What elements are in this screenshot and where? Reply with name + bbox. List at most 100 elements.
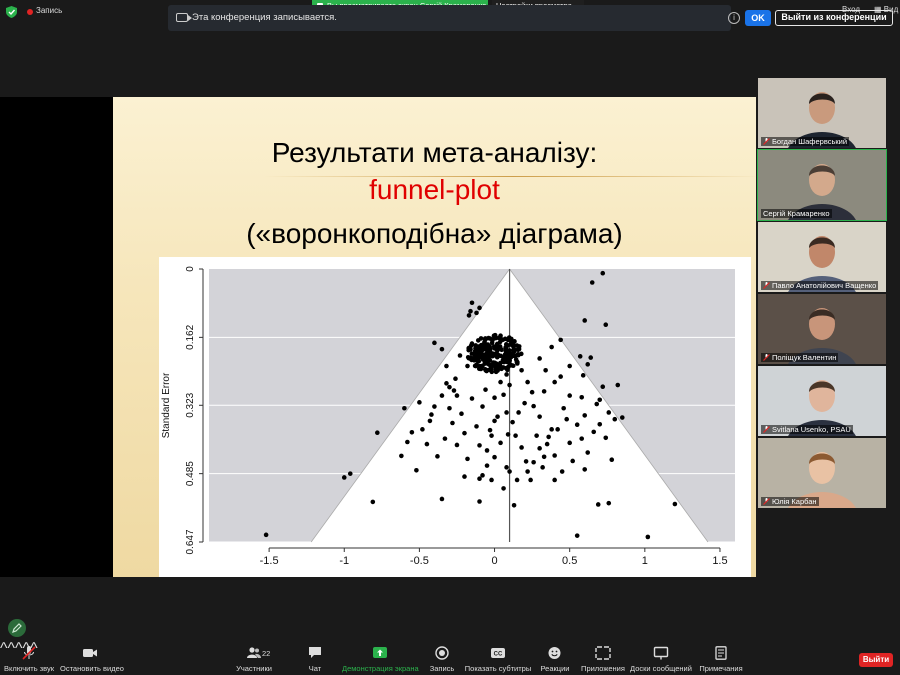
data-point	[603, 322, 609, 327]
data-point	[582, 467, 588, 472]
chat-button[interactable]: Чат	[300, 640, 330, 675]
data-point	[582, 318, 588, 323]
data-point	[480, 342, 486, 347]
record-button[interactable]: Запись	[424, 640, 460, 675]
ok-button[interactable]: OK	[745, 10, 771, 26]
recording-label[interactable]: Запись	[36, 6, 62, 15]
data-point	[420, 427, 425, 432]
data-point	[549, 427, 554, 432]
data-point	[537, 446, 542, 451]
leave-meeting-button[interactable]: Выйти из конференции	[775, 10, 893, 26]
captions-button[interactable]: CC Показать субтитры	[464, 640, 532, 675]
data-point	[525, 469, 530, 474]
x-tick-label: 0	[491, 555, 497, 567]
data-point	[552, 379, 557, 385]
data-point	[451, 388, 457, 393]
closed-captions-icon: CC	[491, 648, 505, 658]
notes-icon	[715, 646, 727, 660]
participant-tile[interactable]: Юлія Карбан	[758, 438, 886, 508]
data-point	[505, 337, 511, 343]
data-point	[263, 532, 269, 538]
participant-name: Богдан Шафервський	[761, 137, 850, 146]
data-point	[555, 427, 560, 432]
participant-tile[interactable]: Сергій Крамаренко	[757, 149, 887, 221]
data-point	[375, 430, 380, 436]
smiley-icon	[548, 647, 561, 659]
share-screen-label: Демонстрация экрана	[342, 664, 419, 673]
data-point	[606, 500, 612, 506]
data-point	[469, 300, 475, 306]
data-point	[510, 419, 515, 425]
data-point	[537, 356, 542, 361]
data-point	[462, 430, 467, 436]
shield-icon[interactable]	[6, 6, 17, 18]
data-point	[424, 441, 430, 447]
data-point	[574, 422, 580, 427]
data-point	[501, 486, 506, 491]
data-point	[465, 456, 470, 462]
data-point	[580, 373, 586, 378]
whiteboards-button[interactable]: Доски сообщений	[630, 640, 692, 675]
data-point	[534, 433, 539, 438]
data-point	[370, 499, 376, 505]
annotate-pencil-icon[interactable]	[8, 619, 26, 637]
share-screen-button[interactable]: Демонстрация экрана	[342, 640, 419, 675]
funnel-plot-card: 0 0.162 0.323 0.485 0.647 -1.5 -1 -0.5 0 0.5 1 1.5 S…	[159, 257, 751, 577]
unmute-label: Включить звук	[4, 664, 55, 673]
data-point	[409, 429, 415, 435]
data-point	[469, 396, 475, 401]
data-point	[468, 343, 474, 348]
participant-tile[interactable]: Богдан Шафервський	[758, 78, 886, 148]
slide-title-line1: Результати мета-аналізу:	[271, 137, 598, 168]
participant-tile[interactable]: Поліщук Валентин	[758, 294, 886, 364]
data-point	[444, 381, 449, 386]
apps-icon	[595, 646, 611, 660]
data-point	[486, 354, 491, 360]
data-point	[483, 387, 488, 392]
data-point	[474, 310, 479, 316]
data-point	[459, 411, 464, 417]
mic-muted-icon	[763, 138, 770, 145]
notes-button[interactable]: Примечания	[698, 640, 744, 675]
data-point	[541, 389, 547, 394]
participant-tile[interactable]: Павло Анатолійович Ващенко	[758, 222, 886, 292]
data-point	[498, 440, 503, 446]
data-point	[482, 336, 488, 342]
stop-video-button[interactable]: Остановить видео	[60, 640, 124, 675]
data-point	[487, 427, 493, 433]
mic-muted-icon	[763, 498, 770, 505]
participant-tile[interactable]: Svitlana Usenko, PSAU	[758, 366, 886, 436]
leave-button[interactable]: Выйти	[859, 653, 893, 667]
data-point	[552, 453, 557, 458]
data-point	[477, 499, 482, 504]
data-point	[465, 363, 470, 369]
reactions-button[interactable]: Реакции	[537, 640, 573, 675]
data-point	[529, 389, 535, 395]
data-point	[503, 342, 509, 347]
data-point	[522, 400, 527, 406]
data-point	[480, 363, 485, 369]
unmute-button[interactable]: Включить звук	[4, 640, 54, 675]
data-point	[511, 502, 517, 508]
captions-label: Показать субтитры	[464, 664, 532, 673]
data-point	[439, 496, 445, 502]
record-icon	[435, 646, 449, 660]
data-point	[467, 355, 473, 361]
data-point	[480, 357, 486, 362]
data-point	[672, 501, 678, 507]
data-point	[574, 533, 580, 538]
recording-dot-icon	[27, 9, 33, 15]
data-point	[531, 403, 536, 409]
data-point	[513, 357, 519, 362]
reactions-label: Реакции	[540, 664, 570, 673]
data-point	[454, 393, 460, 398]
mic-muted-icon	[22, 646, 36, 660]
participant-name: Павло Анатолійович Ващенко	[761, 281, 879, 290]
info-icon[interactable]: i	[728, 12, 740, 24]
x-tick-label: 0.5	[562, 555, 577, 567]
data-point	[402, 405, 407, 411]
data-point	[499, 366, 504, 372]
data-point	[619, 415, 625, 420]
apps-button[interactable]: Приложения	[580, 640, 626, 675]
zoom-window: Запись Вы просматриваете экран Сергій Кр…	[0, 0, 900, 675]
